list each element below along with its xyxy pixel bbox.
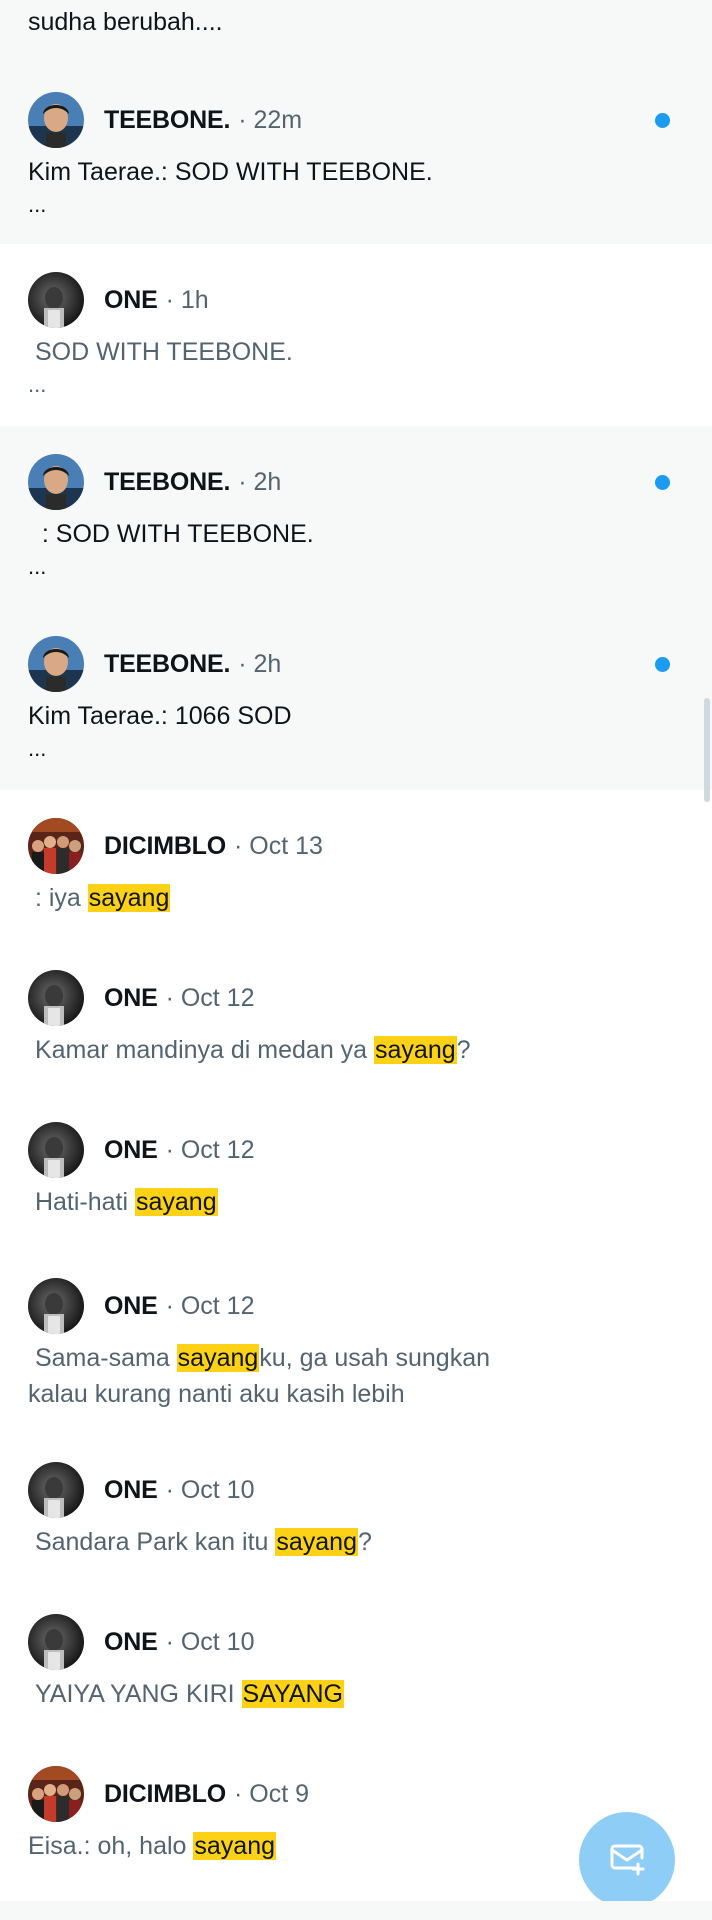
notification-header: TEEBONE. · 22m — [28, 92, 672, 148]
avatar[interactable] — [28, 92, 84, 148]
timestamp: · Oct 12 — [165, 983, 255, 1012]
sender-name[interactable]: TEEBONE. — [104, 468, 230, 497]
timestamp: · 2h — [238, 467, 282, 496]
message-preview: : iya sayang — [28, 880, 548, 916]
notification-header: TEEBONE. · 2h — [28, 636, 672, 692]
avatar[interactable] — [28, 1462, 84, 1518]
notification-header: DICIMBLO · Oct 9 — [28, 1766, 672, 1822]
message-ellipsis: ... — [28, 554, 47, 579]
avatar[interactable] — [28, 818, 84, 874]
previous-notification-tail[interactable]: sudha berubah.... — [0, 0, 712, 64]
message-text: : iya — [28, 884, 88, 912]
message-text: ? — [358, 1528, 372, 1556]
sender-name[interactable]: TEEBONE. — [104, 106, 230, 135]
notification-header: ONE · Oct 12 — [28, 1122, 672, 1178]
notification-header: ONE · Oct 10 — [28, 1462, 672, 1518]
previous-message-snippet: sudha berubah.... — [28, 8, 223, 36]
search-highlight: sayang — [374, 1036, 457, 1064]
message-preview: Sama-sama sayangku, ga usah sungkan kala… — [28, 1340, 548, 1412]
notification-row[interactable]: TEEBONE. · 2h Kim Taerae.: 1066 SOD... — [0, 608, 712, 790]
avatar[interactable] — [28, 272, 84, 328]
notification-header: TEEBONE. · 2h — [28, 454, 672, 510]
notification-row[interactable]: ONE · Oct 12 Kamar mandinya di medan ya s… — [0, 942, 712, 1094]
search-highlight: sayang — [275, 1528, 358, 1556]
message-ellipsis: ... — [28, 736, 47, 761]
message-text: Sandara Park kan itu — [28, 1528, 276, 1556]
sender-name[interactable]: ONE — [104, 1292, 158, 1321]
message-text: SOD WITH TEEBONE. — [28, 338, 293, 366]
message-text: YAIYA YANG KIRI — [28, 1680, 242, 1708]
avatar[interactable] — [28, 1766, 84, 1822]
avatar[interactable] — [28, 1614, 84, 1670]
notification-header: ONE · Oct 12 — [28, 1278, 672, 1334]
timestamp: · Oct 12 — [165, 1291, 255, 1320]
bottom-edge — [0, 1901, 712, 1920]
avatar[interactable] — [28, 454, 84, 510]
search-highlight: sayang — [87, 884, 171, 912]
sender-name[interactable]: ONE — [104, 984, 158, 1013]
message-text: ? — [456, 1036, 471, 1064]
notification-header: ONE · 1h — [28, 272, 672, 328]
search-highlight: sayang — [176, 1344, 260, 1372]
message-preview: Kim Taerae.: SOD WITH TEEBONE. — [28, 154, 548, 190]
message-text: Eisa.: oh, halo — [28, 1832, 194, 1860]
notification-row[interactable]: ONE · 1h SOD WITH TEEBONE.... — [0, 244, 712, 426]
timestamp: · Oct 9 — [234, 1779, 310, 1808]
notification-row[interactable]: ONE · Oct 10 YAIYA YANG KIRI SAYANG — [0, 1586, 712, 1738]
notification-row[interactable]: ONE · Oct 12 Sama-sama sayangku, ga usah … — [0, 1250, 712, 1434]
search-highlight: sayang — [193, 1832, 277, 1860]
avatar[interactable] — [28, 1278, 84, 1334]
notification-header: DICIMBLO · Oct 13 — [28, 818, 672, 874]
sender-name[interactable]: ONE — [104, 286, 158, 315]
message-preview: Kamar mandinya di medan ya sayang? — [28, 1032, 548, 1068]
timestamp: · Oct 13 — [234, 831, 323, 860]
sender-name[interactable]: ONE — [104, 1628, 158, 1657]
unread-dot — [655, 475, 670, 490]
avatar[interactable] — [28, 1122, 84, 1178]
message-text: Hati-hati — [28, 1188, 135, 1216]
sender-name[interactable]: DICIMBLO — [104, 832, 226, 861]
message-preview: SOD WITH TEEBONE. — [28, 334, 548, 370]
sender-name[interactable]: ONE — [104, 1476, 158, 1505]
message-ellipsis: ... — [28, 372, 47, 397]
avatar[interactable] — [28, 636, 84, 692]
message-text: Kim Taerae.: 1066 SOD — [28, 702, 292, 730]
scrollbar-thumb[interactable] — [704, 698, 710, 802]
unread-dot — [655, 657, 670, 672]
timestamp: · 1h — [165, 285, 209, 314]
notification-row[interactable]: TEEBONE. · 22m Kim Taerae.: SOD WITH TEEBO… — [0, 64, 712, 244]
new-message-icon — [607, 1838, 647, 1883]
message-text: Sama-sama — [28, 1344, 177, 1372]
search-highlight: SAYANG — [241, 1680, 345, 1708]
sender-name[interactable]: TEEBONE. — [104, 650, 230, 679]
timestamp: · Oct 10 — [165, 1627, 255, 1656]
timestamp: · Oct 12 — [165, 1135, 255, 1164]
message-preview: Kim Taerae.: 1066 SOD — [28, 698, 548, 734]
message-preview: Sandara Park kan itu sayang? — [28, 1524, 548, 1560]
unread-dot — [655, 113, 670, 128]
message-preview: Hati-hati sayang — [28, 1184, 548, 1220]
new-message-button[interactable] — [579, 1812, 675, 1908]
sender-name[interactable]: ONE — [104, 1136, 158, 1165]
notification-list: sudha berubah.... TEEBONE. · 22m Kim Taera… — [0, 0, 712, 1860]
timestamp: · 22m — [238, 105, 303, 134]
message-text: Kim Taerae.: SOD WITH TEEBONE. — [28, 158, 433, 186]
timestamp: · 2h — [238, 649, 282, 678]
message-ellipsis: ... — [28, 192, 47, 217]
notification-header: ONE · Oct 10 — [28, 1614, 672, 1670]
notification-row[interactable]: TEEBONE. · 2h : SOD WITH TEEBONE.... — [0, 426, 712, 608]
message-text: : SOD WITH TEEBONE. — [28, 520, 314, 548]
notification-row[interactable]: ONE · Oct 10 Sandara Park kan itu sayang? — [0, 1434, 712, 1586]
message-preview: Eisa.: oh, halo sayang — [28, 1828, 548, 1864]
message-preview: : SOD WITH TEEBONE. — [28, 516, 548, 552]
avatar[interactable] — [28, 970, 84, 1026]
search-highlight: sayang — [135, 1188, 218, 1216]
notification-row[interactable]: DICIMBLO · Oct 13 : iya sayang — [0, 790, 712, 942]
notification-row[interactable]: ONE · Oct 12 Hati-hati sayang — [0, 1094, 712, 1250]
timestamp: · Oct 10 — [165, 1475, 255, 1504]
message-text: Kamar mandinya di medan ya — [28, 1036, 375, 1064]
message-preview: YAIYA YANG KIRI SAYANG — [28, 1676, 548, 1712]
sender-name[interactable]: DICIMBLO — [104, 1780, 226, 1809]
notification-header: ONE · Oct 12 — [28, 970, 672, 1026]
